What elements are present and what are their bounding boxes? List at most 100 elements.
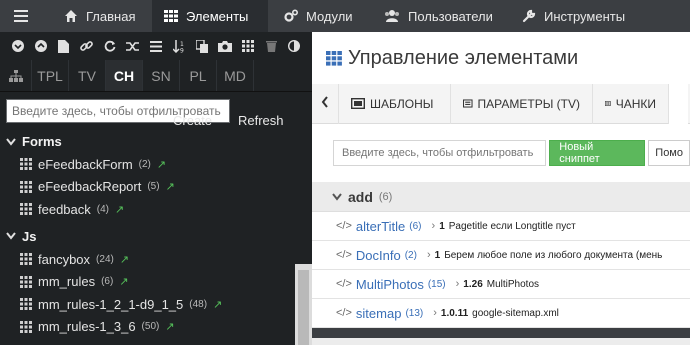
top-nav: Главная Элементы Модули Пользователи Инс… [0,0,690,32]
external-link-icon[interactable]: ↗ [166,180,175,193]
external-link-icon[interactable]: ↗ [157,158,166,171]
context-tabs: TPL TV CH SN PL MD [0,60,312,92]
tabs-scroll-left[interactable] [312,95,338,112]
chunk-grid-icon [20,203,32,216]
help-button[interactable]: Помо [648,140,690,166]
grid-view-button[interactable] [237,32,260,60]
tree-item-label: mm_rules-1_3_6 [38,319,136,335]
snippet-count: (2) [404,249,417,261]
screenshot-button[interactable] [214,32,237,60]
tree-item[interactable]: mm_rules-1_3_6 (50) ↗ [6,316,312,339]
tab-chunks[interactable]: ЧАНКИ [592,83,668,124]
snippet-row[interactable]: </> alterTitle (6) › 1 Pagetitle если Lo… [312,212,690,241]
grid-icon [242,40,255,52]
nav-home[interactable]: Главная [42,0,152,32]
category-js[interactable]: Js [6,225,312,248]
tree-item[interactable]: eFeedbackReport (5) ↗ [6,176,312,199]
external-link-icon[interactable]: ↗ [120,253,129,266]
chevron-right-icon: › [455,278,460,290]
tree-item[interactable]: eFeedbackForm (2) ↗ [6,153,312,176]
new-file-button[interactable] [52,32,75,60]
nav-modules[interactable]: Модули [268,0,372,32]
contrast-icon [288,40,301,52]
nav-users[interactable]: Пользователи [372,0,510,32]
create-button[interactable]: Create [173,113,212,128]
tab-snippets-active[interactable] [668,83,688,124]
chevron-right-icon: › [431,220,436,232]
snippet-row[interactable]: </> DocInfo (2) › 1 Берем любое поле из … [312,241,690,270]
snippet-row[interactable]: </> sitemap (13) › 1.0.11 google-sitemap… [312,299,690,328]
hamburger-icon [14,10,28,22]
external-link-icon[interactable]: ↗ [213,298,222,311]
snippet-filter-input[interactable] [333,140,547,166]
chunk-grid-icon [20,298,32,311]
params-icon [463,99,473,108]
category-label: Js [22,228,37,244]
tree-item[interactable]: fancybox (24) ↗ [6,248,312,271]
copy-icon [195,39,208,53]
shuffle-button[interactable] [121,32,144,60]
snippet-name[interactable]: sitemap [356,306,402,321]
elements-tree-panel: 19 TPL TV CH SN PL MD Create Refresh For… [0,32,312,345]
expand-all-button[interactable] [6,32,29,60]
svg-text:9: 9 [180,47,184,53]
tab-ch[interactable]: CH [106,60,143,91]
external-link-icon[interactable]: ↗ [115,203,124,216]
external-link-icon[interactable]: ↗ [119,275,128,288]
chunk-grid-icon [20,253,32,266]
sort-numeric-icon: 19 [172,39,184,53]
main-menu-button[interactable] [0,0,42,32]
code-icon: </> [336,249,352,261]
collapse-all-button[interactable] [29,32,52,60]
snippet-version: 1 [439,220,445,232]
snippet-count: (6) [409,220,422,232]
tab-tpl[interactable]: TPL [32,60,69,91]
sort-button[interactable]: 19 [168,32,191,60]
next-group-header [312,328,690,338]
snippet-count: (15) [427,278,446,290]
nav-tools[interactable]: Инструменты [510,0,640,32]
chevron-down-icon [6,232,16,240]
new-snippet-button[interactable]: Новый сниппет [549,140,646,166]
tab-tpl-label: TPL [37,67,63,84]
tab-tree-view[interactable] [0,60,32,91]
tab-md-label: MD [224,67,246,84]
template-icon [351,98,365,109]
tree-item[interactable]: mm_rules (6) ↗ [6,270,312,293]
list-view-button[interactable] [144,32,167,60]
snippet-name[interactable]: alterTitle [356,219,405,234]
copy-button[interactable] [191,32,214,60]
tab-tv[interactable]: TV [69,60,106,91]
refresh-tree-button[interactable] [98,32,121,60]
external-link-icon[interactable]: ↗ [165,320,174,333]
tree-item-count: (6) [101,276,114,288]
tab-md[interactable]: MD [217,60,254,91]
tab-pl[interactable]: PL [180,60,217,91]
tree-item-count: (50) [141,321,160,333]
tree-item-label: eFeedbackReport [38,179,142,195]
nav-users-label: Пользователи [408,8,493,24]
category-forms[interactable]: Forms [6,130,312,153]
cogs-icon [284,9,298,22]
home-icon [65,10,77,22]
refresh-button[interactable]: Refresh [238,113,284,128]
snippet-row[interactable]: </> MultiPhotos (15) › 1.26 MultiPhotos [312,270,690,299]
snippet-name[interactable]: MultiPhotos [356,277,424,292]
snippet-group-header[interactable]: add (6) [312,182,690,212]
theme-toggle-button[interactable] [283,32,306,60]
delete-button[interactable] [260,32,283,60]
tree-item[interactable]: mm_rules-1_2_1-d9_1_5 (48) ↗ [6,293,312,316]
tab-sn[interactable]: SN [143,60,180,91]
tab-tv-label: TV [78,67,96,84]
link-button[interactable] [75,32,98,60]
chevron-left-icon [321,96,328,108]
nav-elements[interactable]: Элементы [152,0,268,32]
snippet-name[interactable]: DocInfo [356,248,401,263]
snippet-version: 1 [434,249,441,261]
tab-params[interactable]: ПАРАМЕТРЫ (TV) [450,83,592,124]
tab-templates[interactable]: ШАБЛОНЫ [338,83,450,124]
snippet-description: MultiPhotos [486,278,540,290]
tree-scrollbar-thumb[interactable] [298,270,309,345]
tree-item-label: fancybox [38,251,91,267]
tree-item[interactable]: feedback (4) ↗ [6,198,312,221]
